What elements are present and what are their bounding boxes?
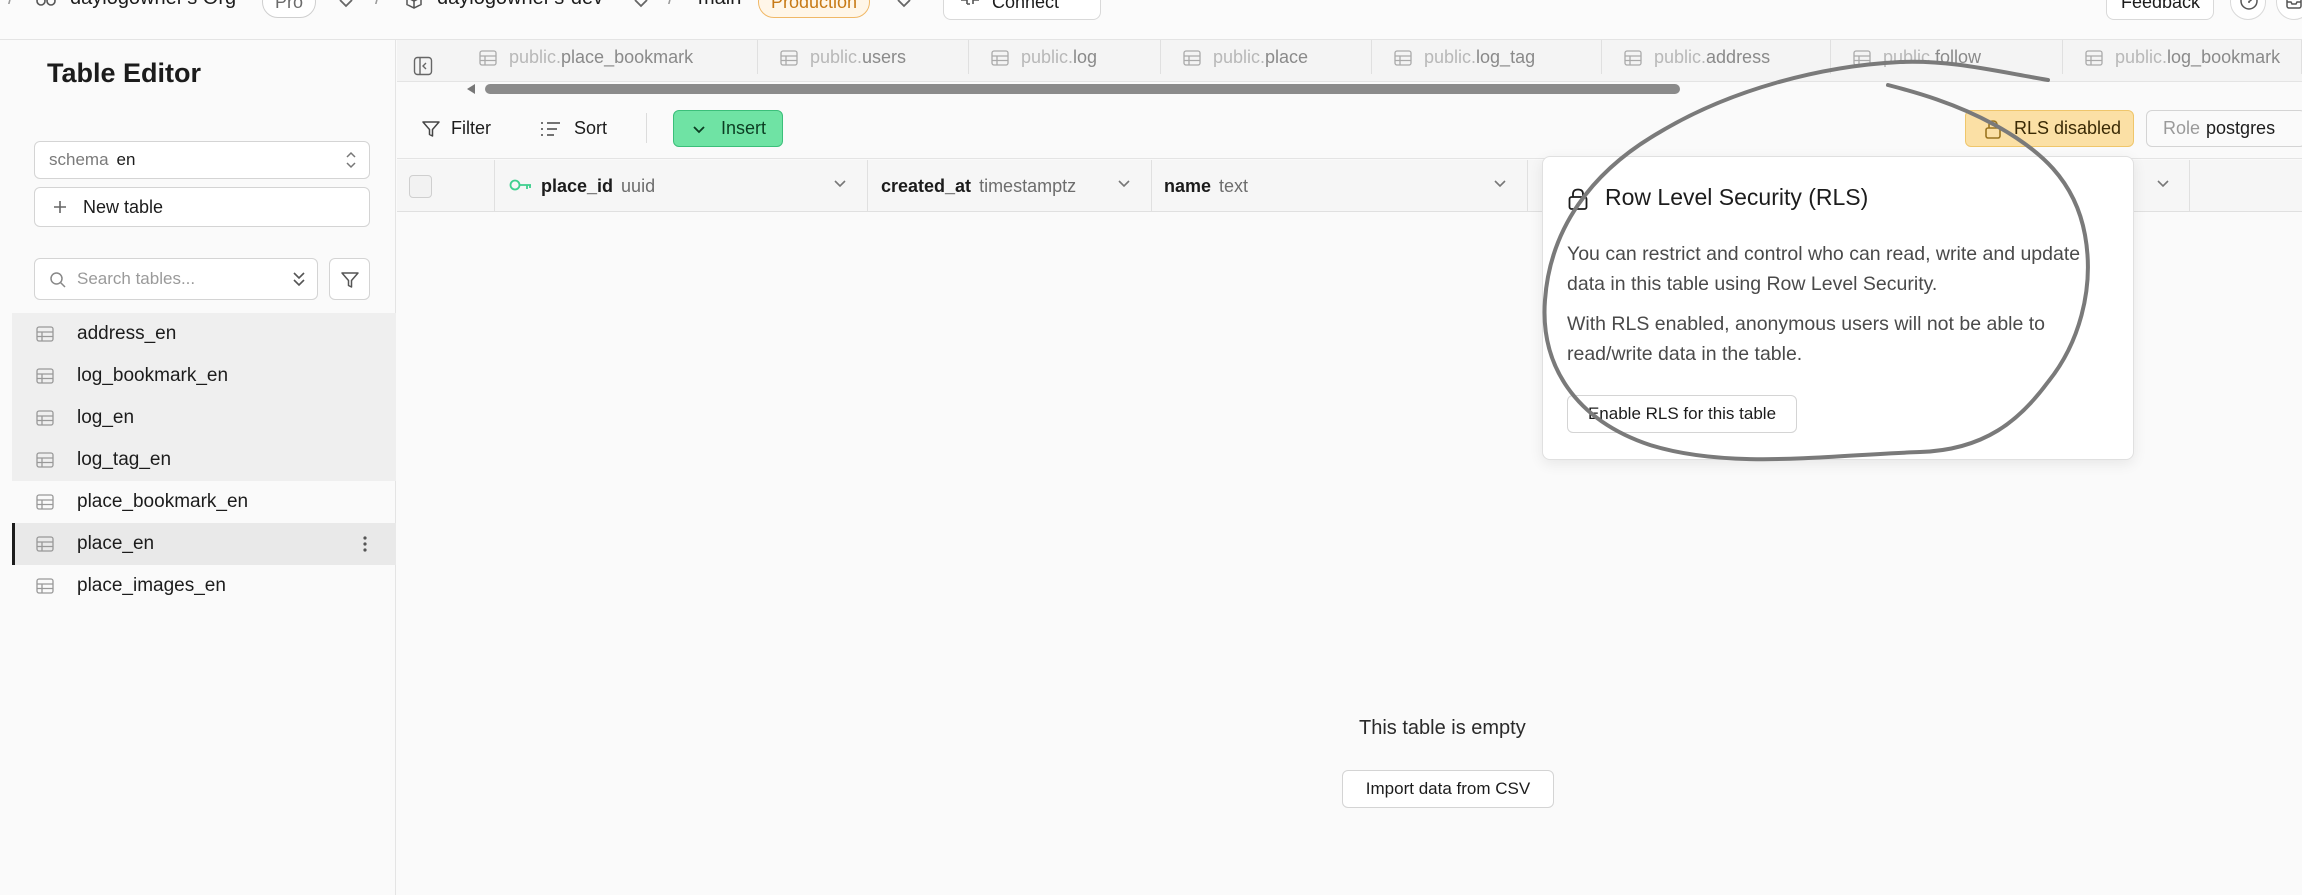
hand-drawn-circle-annotation: [1542, 59, 2090, 462]
